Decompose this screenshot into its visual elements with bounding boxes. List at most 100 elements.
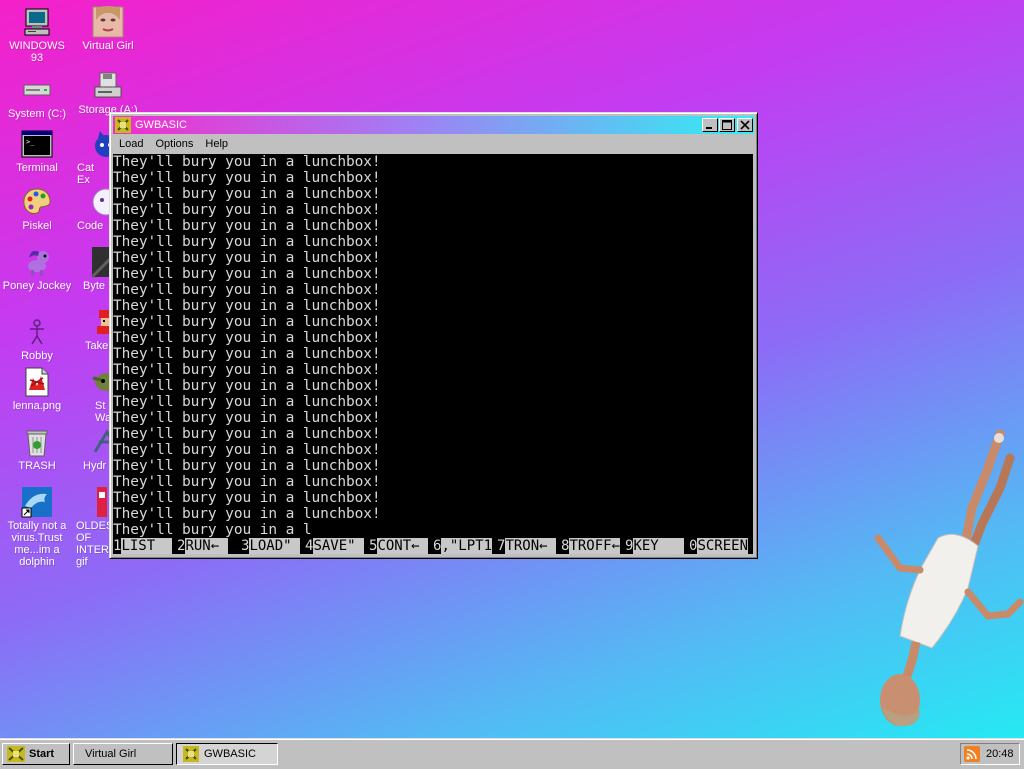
desktop-icon-label: Poney Jockey [2,280,72,292]
star-wars-icon [92,373,109,391]
close-icon [740,120,750,130]
console-line: They'll bury you in a lunchbox! [113,282,381,298]
menu-options[interactable]: Options [149,138,199,150]
fkey-tron[interactable]: 7TRON← [497,538,557,554]
console-line: They'll bury you in a lunchbox! [113,250,381,266]
desktop-icon-label: TRASH [18,460,56,472]
desktop-icon-label: lenna.png [12,400,62,412]
desktop-icon-lenna[interactable]: lenna.png [2,366,72,412]
fkey-list[interactable]: 1LIST [113,538,173,554]
desktop-icon-virtual-girl[interactable]: Virtual Girl [73,6,143,52]
code-icon [92,188,109,216]
gwbasic-app-icon [115,117,131,133]
console-line: They'll bury you in a lunchbox! [113,426,381,442]
virtual-girl-figure[interactable] [860,428,1024,738]
console-line: They'll bury you in a lunchbox! [113,266,381,282]
desktop-icon-trash[interactable]: TRASH [2,426,72,472]
function-key-bar: 1LIST 2RUN← 3LOAD" 4SAVE" 5CONT← 6,"LPT1… [113,538,753,554]
byte-icon [91,247,109,278]
maximize-button[interactable] [719,118,735,132]
gwbasic-window[interactable]: GWBASIC Load Options Help They'll bury y… [109,112,758,559]
desktop-icon-oldest-gif[interactable]: OLDES OF INTER gif [73,486,109,568]
fkey-run[interactable]: 2RUN← [177,538,228,554]
close-button[interactable] [737,118,753,132]
fkey-lpt1[interactable]: 6,"LPT1 [433,538,493,554]
fkey-label: TRON← [505,538,557,554]
gwbasic-task-icon [183,746,199,762]
taskbar: Start Virtual Girl GWBASIC 20:48 [0,738,1024,769]
console-line: They'll bury you in a lunchbox! [113,330,381,346]
desktop-icon-take[interactable]: Take [73,306,109,352]
desktop-icon-terminal[interactable]: >_ Terminal [2,128,72,174]
task-gwbasic[interactable]: GWBASIC [176,743,278,765]
console-line: They'll bury you in a lunchbox! [113,218,381,234]
desktop-icon-label: Take [85,340,109,352]
hydra-icon [93,429,109,453]
console-line: They'll bury you in a l [113,522,312,538]
desktop-icon-label: Byte [83,280,106,292]
menu-load[interactable]: Load [113,138,149,150]
fkey-label: LOAD" [249,538,301,554]
desktop-icon-label: Code [77,220,104,232]
desktop-icon-label: Piskel [22,220,52,232]
floppy-drive-icon [94,72,122,98]
gif-file-icon [97,487,107,517]
maximize-icon [722,120,732,130]
desktop-icon-cat-explorer[interactable]: Cat Ex [73,128,109,186]
fkey-label: SCREEN [697,538,749,554]
console-line: They'll bury you in a lunchbox! [113,410,381,426]
desktop-icon-label: Cat Ex [77,162,95,186]
desktop-icon-system-c[interactable]: System (C:) [2,74,72,120]
start-button[interactable]: Start [2,743,70,765]
window-titlebar[interactable]: GWBASIC [113,116,754,134]
terminal-icon: >_ [21,130,53,158]
svg-text:>_: >_ [26,138,35,146]
computer-icon [24,8,50,36]
desktop-icon-poney-jockey[interactable]: Poney Jockey [2,246,72,292]
console-line: They'll bury you in a lunchbox! [113,458,381,474]
fkey-label: CONT← [377,538,429,554]
menu-help[interactable]: Help [199,138,234,150]
console-line: They'll bury you in a lunchbox! [113,490,381,506]
console-line: They'll bury you in a lunchbox! [113,506,381,522]
console-line: They'll bury you in a lunchbox! [113,186,381,202]
desktop-icon-code[interactable]: Code [73,186,109,232]
fkey-troff[interactable]: 8TROFF← [561,538,621,554]
desktop-icon-label: Robby [21,350,53,362]
fkey-label: ,"LPT1 [441,538,493,554]
rss-icon[interactable] [964,746,980,762]
task-label: Virtual Girl [85,748,137,760]
desktop-icon-star-wars[interactable]: St War [73,366,109,424]
start-label: Start [29,748,55,760]
fkey-label: RUN← [185,538,228,554]
console-line: They'll bury you in a lunchbox! [113,362,381,378]
window-title: GWBASIC [135,119,187,131]
fkey-key[interactable]: 9KEY [625,538,685,554]
hard-drive-icon [23,84,51,96]
desktop-icon-label: System (C:) [7,108,67,120]
start-logo-icon [7,746,25,762]
basic-console[interactable]: They'll bury you in a lunchbox! They'll … [113,154,753,554]
fkey-screen[interactable]: 0SCREEN [689,538,749,554]
desktop-icon-byte[interactable]: Byte [73,246,109,292]
minimize-button[interactable] [702,118,718,132]
fkey-label: TROFF← [569,538,621,554]
task-label: GWBASIC [204,748,256,760]
desktop-icon-robby[interactable]: Robby [2,316,72,362]
desktop-icon-label: OLDES OF INTER gif [76,520,109,568]
fkey-cont[interactable]: 5CONT← [369,538,429,554]
desktop-icon-dolphin[interactable]: Totally not a virus.Trust me...im a dolp… [2,486,72,568]
desktop-icon-piskel[interactable]: Piskel [2,186,72,232]
console-line: They'll bury you in a lunchbox! [113,394,381,410]
minimize-icon [706,127,712,129]
dolphin-icon [21,487,52,518]
desktop-icon-hydra[interactable]: Hydr [73,426,109,472]
task-virtual-girl[interactable]: Virtual Girl [73,743,173,765]
pixel-character-icon [97,310,109,334]
desktop-icon-storage-a[interactable]: Storage (A:) [73,70,143,116]
fkey-load[interactable]: 3LOAD" [241,538,301,554]
fkey-label: LIST [121,538,173,554]
desktop-icon-windows93[interactable]: WINDOWS 93 [2,6,72,64]
console-output: They'll bury you in a lunchbox! They'll … [113,154,381,538]
fkey-save[interactable]: 4SAVE" [305,538,365,554]
